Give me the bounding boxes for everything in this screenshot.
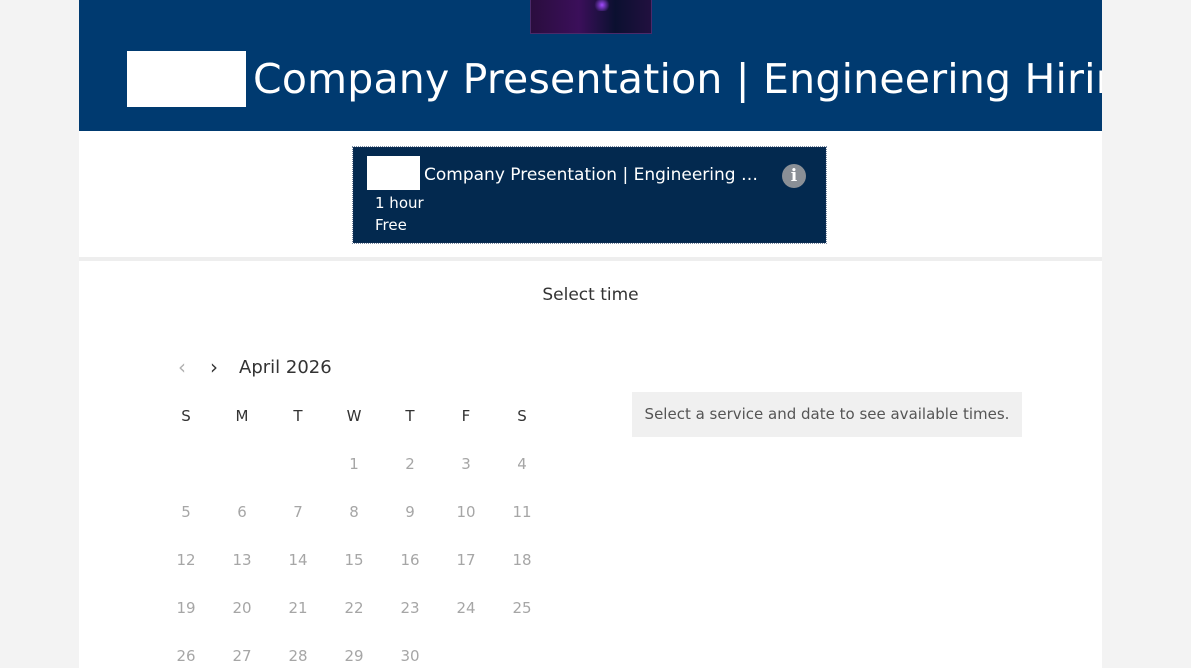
service-duration: 1 hour [375,194,424,212]
booking-page: Company Presentation | Engineering Hirin… [79,0,1102,668]
chevron-right-icon[interactable]: › [204,356,224,378]
calendar-day[interactable]: 28 [278,646,318,666]
calendar-weekday: M [235,407,249,425]
header-banner-image [530,0,652,34]
calendar-day[interactable]: 8 [334,502,374,522]
page-header: Company Presentation | Engineering Hirin… [79,0,1102,131]
section-divider [79,257,1102,261]
calendar-day[interactable]: 23 [390,598,430,618]
info-icon[interactable]: i [782,164,806,188]
calendar-day[interactable]: 4 [502,454,542,474]
calendar-weekday: T [293,407,303,425]
calendar-day[interactable]: 29 [334,646,374,666]
calendar-day[interactable]: 13 [222,550,262,570]
calendar-day[interactable]: 9 [390,502,430,522]
calendar-day[interactable]: 30 [390,646,430,666]
company-logo [127,51,246,107]
calendar-weekday: S [181,407,191,425]
calendar-day[interactable]: 15 [334,550,374,570]
calendar-weekday: W [346,407,362,425]
calendar-day[interactable]: 17 [446,550,486,570]
calendar-day[interactable]: 10 [446,502,486,522]
calendar-day[interactable]: 18 [502,550,542,570]
calendar-day[interactable]: 19 [166,598,206,618]
select-time-heading: Select time [542,285,639,305]
calendar-day[interactable]: 6 [222,502,262,522]
service-logo [367,156,420,190]
chevron-left-icon[interactable]: ‹ [172,356,192,378]
calendar-day[interactable]: 11 [502,502,542,522]
calendar-weekday: F [461,407,471,425]
available-times-message: Select a service and date to see availab… [644,405,1010,423]
calendar-day[interactable]: 21 [278,598,318,618]
service-price: Free [375,216,407,234]
calendar-weekday: T [405,407,415,425]
page-title: Company Presentation | Engineering Hirin… [253,55,1102,103]
calendar-day[interactable]: 3 [446,454,486,474]
service-card[interactable]: Company Presentation | Engineering Hiri.… [352,146,827,244]
calendar-day[interactable]: 25 [502,598,542,618]
calendar-day[interactable]: 26 [166,646,206,666]
calendar-day[interactable]: 27 [222,646,262,666]
calendar-weekday: S [517,407,527,425]
calendar-day[interactable]: 12 [166,550,206,570]
calendar-month-label: April 2026 [239,357,332,378]
calendar-day[interactable]: 2 [390,454,430,474]
calendar-day[interactable]: 16 [390,550,430,570]
service-name: Company Presentation | Engineering Hiri.… [424,165,764,185]
calendar-day[interactable]: 1 [334,454,374,474]
calendar-day[interactable]: 7 [278,502,318,522]
calendar-day[interactable]: 24 [446,598,486,618]
calendar-day[interactable]: 14 [278,550,318,570]
calendar-day[interactable]: 20 [222,598,262,618]
calendar-day[interactable]: 5 [166,502,206,522]
calendar-day[interactable]: 22 [334,598,374,618]
available-times-panel: Select a service and date to see availab… [632,392,1022,437]
